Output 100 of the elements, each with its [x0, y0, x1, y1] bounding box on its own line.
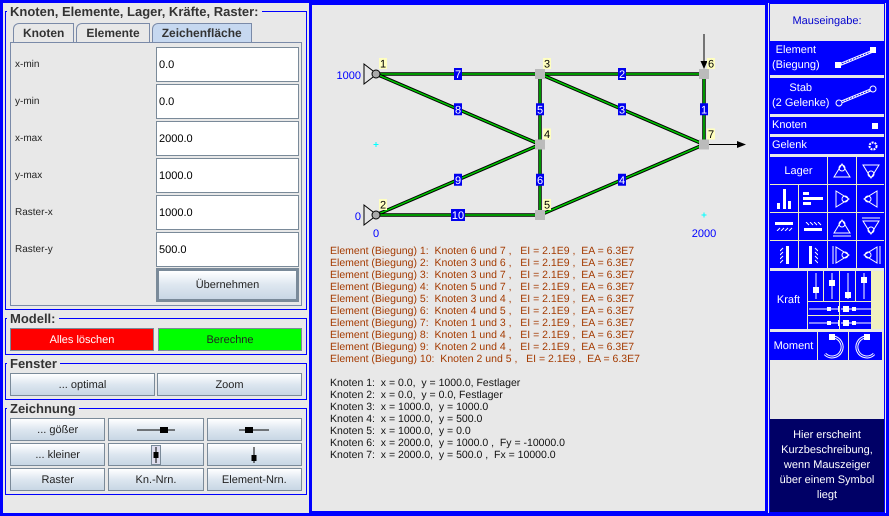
widen-button[interactable]: [108, 418, 204, 441]
element-tool[interactable]: Element (Biegung): [770, 41, 884, 75]
node-marker[interactable]: [535, 210, 545, 220]
node-marker[interactable]: [699, 69, 709, 79]
force-icon: [844, 272, 852, 300]
node-number: 4: [543, 128, 551, 141]
slider-icon: [152, 446, 160, 464]
input-field[interactable]: 0.0: [156, 47, 299, 82]
node-number: 2: [379, 199, 387, 212]
element-info-line: Element (Biegung) 3: Knoten 3 und 7 , EI = 2.1E9 , EA = 6.3E7: [330, 269, 636, 281]
element-number: 9: [454, 174, 462, 187]
support-tool[interactable]: [857, 185, 885, 212]
force-tool[interactable]: [840, 271, 855, 301]
node-marker[interactable]: [699, 140, 709, 150]
axis-label: 1000: [336, 70, 361, 82]
node-number: 7: [707, 128, 715, 141]
node-icon: [872, 122, 878, 128]
support-tool[interactable]: [799, 213, 827, 240]
support-tool[interactable]: [770, 185, 798, 212]
force-icon: [828, 272, 836, 300]
group-title: Zeichnung: [9, 401, 77, 416]
drawing-button[interactable]: ... gößer: [10, 418, 106, 441]
element-number: 7: [454, 68, 462, 81]
tab[interactable]: Knoten: [13, 23, 74, 42]
hint-text: Hier erscheint Kurzbeschreibung, wenn Mauszeiger über einem Symbol liegt: [770, 419, 884, 512]
narrow-button[interactable]: [206, 418, 302, 441]
element-info-line: Element (Biegung) 1: Knoten 6 und 7 , EI = 2.1E9 , EA = 6.3E7: [330, 245, 636, 257]
element-number: 1: [700, 103, 708, 116]
slider-icon: [134, 424, 177, 434]
fixed-support-icon: [808, 246, 818, 264]
force-tool[interactable]: [808, 316, 839, 329]
node-info-line: Knoten 1: x = 0.0, y = 1000.0, Festlager: [330, 377, 522, 389]
force-tool[interactable]: [840, 302, 871, 315]
grid-mark: [373, 142, 379, 148]
group-title: Knoten, Elemente, Lager, Kräfte, Raster:: [9, 4, 260, 19]
input-field[interactable]: 2000.0: [156, 121, 299, 156]
drawing-button[interactable]: Raster: [10, 468, 106, 491]
element-info-line: Element (Biegung) 10: Knoten 2 und 5 , EI = 2.1E9 , EA = 6.3E7: [330, 353, 641, 365]
force-tool[interactable]: [808, 271, 823, 301]
grid-mark: [701, 212, 707, 218]
bar-tool[interactable]: Stab (2 Gelenke): [770, 78, 884, 114]
window-button[interactable]: ... optimal: [10, 373, 155, 396]
tab[interactable]: Zeichenfläche: [152, 23, 252, 42]
input-field[interactable]: 500.0: [156, 232, 299, 267]
group-title: Fenster: [9, 356, 58, 371]
support-tool[interactable]: [799, 185, 827, 212]
element-number: 8: [454, 103, 462, 116]
drawing-button[interactable]: Element-Nrn.: [206, 468, 302, 491]
moment-tool[interactable]: [849, 332, 882, 360]
node-info-line: Knoten 2: x = 0.0, y = 0.0, Festlager: [330, 389, 504, 401]
fixed-support-icon: [804, 222, 822, 231]
support-tool[interactable]: [770, 213, 798, 240]
support-tool[interactable]: [857, 157, 885, 184]
force-tool[interactable]: [824, 271, 839, 301]
support-icon: [860, 216, 882, 238]
hinge-tool[interactable]: Gelenk: [770, 137, 884, 154]
node-marker[interactable]: [535, 69, 545, 79]
force-label: Kraft: [770, 271, 807, 329]
support-label: Lager: [770, 157, 827, 184]
tab[interactable]: Elemente: [76, 23, 150, 42]
support-tool[interactable]: [799, 241, 827, 268]
force-tool[interactable]: [808, 302, 839, 315]
fixed-support-icon: [780, 246, 788, 264]
window-button[interactable]: Zoom: [157, 373, 302, 396]
node-info-line: Knoten 3: x = 1000.0, y = 1000.0: [330, 401, 490, 413]
support-tool[interactable]: [828, 157, 856, 184]
node-info-line: Knoten 7: x = 2000.0, y = 500.0 , Fx = 10000.0: [330, 449, 557, 461]
element-number: 10: [451, 209, 465, 222]
input-field[interactable]: 0.0: [156, 84, 299, 119]
force-tool[interactable]: [840, 316, 871, 329]
support-tool[interactable]: [828, 241, 856, 268]
field-label: Raster-y: [15, 244, 54, 255]
moment-tool[interactable]: [818, 332, 848, 360]
node-tool[interactable]: Knoten: [770, 117, 884, 134]
node-info-line: Knoten 6: x = 2000.0, y = 1000.0 , Fy = -10000.0: [330, 437, 566, 449]
bar-icon: [834, 84, 878, 108]
node-number: 1: [379, 58, 387, 70]
drawing-button[interactable]: ... kleiner: [10, 443, 106, 466]
element-number: 4: [618, 174, 626, 187]
support-tool[interactable]: [857, 213, 885, 240]
input-field[interactable]: 1000.0: [156, 158, 299, 193]
node-number: 6: [707, 58, 715, 70]
apply-button[interactable]: Übernehmen: [156, 268, 299, 302]
field-label: y-max: [15, 170, 44, 181]
support-tool[interactable]: [828, 213, 856, 240]
field-label: Raster-x: [15, 207, 54, 218]
node-number: 5: [543, 199, 551, 212]
node-marker[interactable]: [535, 140, 545, 150]
element-info-line: Element (Biegung) 6: Knoten 4 und 5 , EI = 2.1E9 , EA = 6.3E7: [330, 305, 636, 317]
axis-label: 2000: [692, 228, 716, 240]
support-tool[interactable]: [857, 241, 885, 268]
drawing-button[interactable]: Kn.-Nrn.: [108, 468, 204, 491]
model-button[interactable]: Berechne: [158, 328, 302, 351]
input-field[interactable]: 1000.0: [156, 195, 299, 230]
force-tool[interactable]: [856, 271, 871, 301]
support-tool[interactable]: [770, 241, 798, 268]
element-info-line: Element (Biegung) 5: Knoten 3 und 4 , EI = 2.1E9 , EA = 6.3E7: [330, 293, 636, 305]
support-tool[interactable]: [828, 185, 856, 212]
model-button[interactable]: Alles löschen: [10, 328, 154, 351]
element-info-line: Element (Biegung) 4: Knoten 5 und 7 , EI = 2.1E9 , EA = 6.3E7: [330, 281, 636, 293]
